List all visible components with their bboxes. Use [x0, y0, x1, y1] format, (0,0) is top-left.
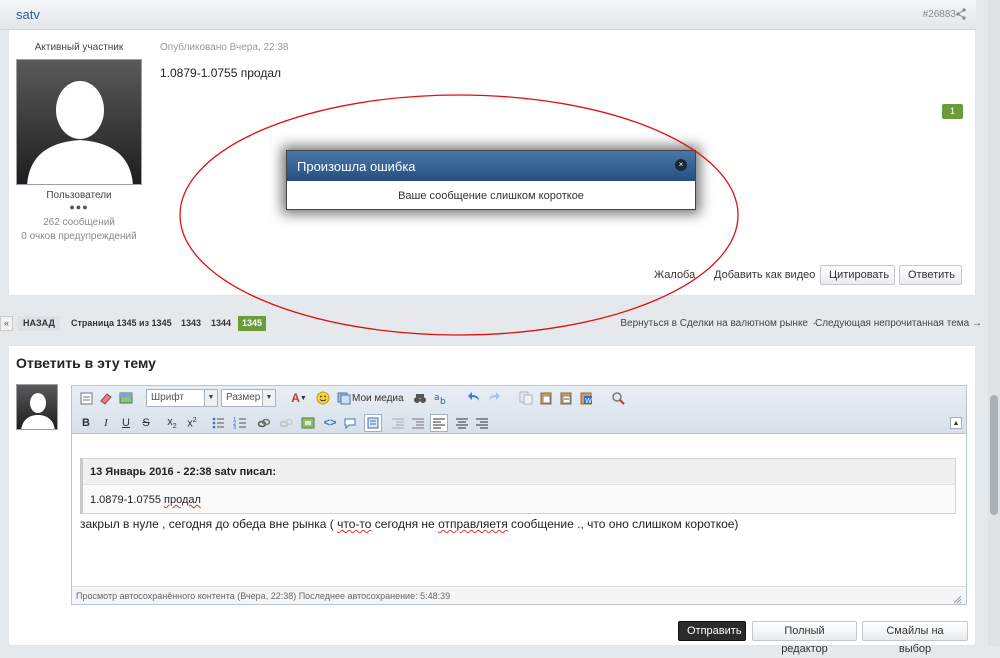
unlink-icon[interactable] — [278, 415, 294, 431]
my-media-icon[interactable] — [336, 390, 352, 406]
svg-text:3: 3 — [233, 425, 236, 430]
default-avatar-icon — [27, 81, 133, 184]
link-icon[interactable] — [256, 415, 272, 431]
align-left-icon[interactable] — [430, 414, 448, 432]
resize-handle-icon[interactable] — [952, 594, 962, 604]
replace-icon[interactable]: ab — [432, 390, 448, 406]
subscript-icon[interactable]: x2 — [164, 415, 180, 431]
media-embed-icon[interactable] — [300, 415, 316, 431]
italic-icon[interactable]: I — [98, 415, 114, 431]
add-video-link[interactable]: Добавить как видео — [714, 269, 815, 281]
modal-title: Произошла ошибка — [297, 159, 416, 174]
size-select[interactable]: Размер ▼ — [221, 389, 276, 407]
report-link[interactable]: Жалоба — [654, 269, 695, 281]
quote-button[interactable]: Цитировать — [820, 265, 895, 285]
error-modal: Произошла ошибка × Ваше сообщение слишко… — [286, 150, 696, 210]
pager-back-button[interactable]: НАЗАД — [18, 316, 60, 331]
post-id-link[interactable]: #26883 — [923, 9, 956, 20]
reply-title: Ответить в эту тему — [16, 355, 156, 371]
svg-text:b: b — [440, 397, 446, 405]
full-editor-button[interactable]: Полный редактор — [752, 621, 857, 655]
image-icon[interactable] — [118, 390, 134, 406]
undo-icon[interactable] — [466, 390, 482, 406]
reply-text-misspelled: отправляетя — [438, 517, 508, 531]
svg-text:a: a — [434, 393, 440, 403]
paste-icon[interactable] — [538, 390, 554, 406]
page-scrollbar[interactable] — [988, 0, 1000, 646]
paste-text-icon[interactable] — [558, 390, 574, 406]
pager-current-page: 1345 — [238, 316, 267, 331]
code-icon[interactable]: <> — [322, 415, 338, 431]
chevron-down-icon: ▼ — [262, 390, 275, 406]
paste-word-icon[interactable]: W — [578, 390, 594, 406]
reply-avatar — [16, 384, 58, 430]
post-header — [0, 0, 976, 30]
redo-icon[interactable] — [486, 390, 502, 406]
svg-text:W: W — [585, 397, 592, 405]
reputation-dots: ●●● — [69, 202, 89, 212]
outdent-icon[interactable] — [390, 415, 406, 431]
reputation-badge[interactable]: 1 — [942, 104, 963, 119]
font-select[interactable]: Шрифт ▼ — [146, 389, 218, 407]
member-rank: Активный участник — [34, 42, 124, 53]
submit-button[interactable]: Отправить — [678, 621, 746, 641]
post-text: 1.0879-1.0755 продал — [160, 66, 281, 80]
emoticon-icon[interactable] — [315, 390, 331, 406]
strikethrough-icon[interactable]: S — [138, 415, 154, 431]
copy-icon[interactable] — [518, 390, 534, 406]
smileys-button[interactable]: Смайлы на выбор — [862, 621, 968, 655]
reply-button[interactable]: Ответить — [899, 265, 962, 285]
default-avatar-icon — [21, 393, 55, 429]
superscript-icon[interactable]: x2 — [184, 415, 200, 431]
pager-prev-arrow[interactable]: « — [0, 316, 13, 331]
autosave-text[interactable]: Просмотр автосохранённого контента (Вчер… — [76, 591, 450, 601]
avatar[interactable] — [16, 59, 142, 185]
underline-icon[interactable]: U — [118, 415, 134, 431]
eraser-icon[interactable] — [98, 390, 114, 406]
post-author-link[interactable]: satv — [16, 7, 40, 22]
share-icon[interactable] — [956, 8, 966, 20]
quote-text-value: 1.0879-1.0755 — [90, 494, 161, 506]
reply-text-part: сообщение ., что оно слишком короткое) — [507, 517, 739, 531]
reply-text-part: закрыл в нуле , сегодня до обеда вне рын… — [80, 517, 338, 531]
bold-icon[interactable]: B — [78, 415, 94, 431]
binoculars-icon[interactable] — [412, 390, 428, 406]
align-center-icon[interactable] — [454, 415, 470, 431]
warning-points: 0 очков предупреждений — [21, 231, 137, 242]
back-to-forum-link[interactable]: Вернуться в Сделки на валютном рынке — [620, 318, 808, 329]
font-select-label: Шрифт — [151, 392, 184, 403]
bullet-list-icon[interactable] — [210, 415, 226, 431]
quote-text: 1.0879-1.0755 продал — [90, 494, 201, 506]
modal-message: Ваше сообщение слишком короткое — [398, 190, 584, 202]
special-tag-icon[interactable] — [364, 414, 382, 432]
toolbar-collapse-icon[interactable]: ▲ — [950, 417, 962, 429]
quote-header: 13 Январь 2016 - 22:38 satv писал: — [83, 459, 955, 485]
pager-info: Страница 1345 из 1345 — [71, 318, 172, 328]
post-count: 262 сообщений — [43, 217, 115, 228]
indent-icon[interactable] — [410, 415, 426, 431]
reply-body-text: закрыл в нуле , сегодня до обеда вне рын… — [80, 517, 738, 531]
reply-text-misspelled: что-то — [337, 517, 372, 531]
numbered-list-icon[interactable]: 123 — [232, 415, 248, 431]
modal-header: Произошла ошибка × — [287, 151, 695, 181]
my-media-button[interactable]: Мои медиа — [352, 393, 404, 404]
source-icon[interactable] — [78, 390, 94, 406]
quote-icon[interactable] — [342, 415, 358, 431]
member-group: Пользователи — [46, 190, 112, 201]
post-date: Опубликовано Вчера, 22:38 — [160, 42, 289, 53]
reply-text-part: сегодня не — [371, 517, 439, 531]
pager-page-link[interactable]: 1344 — [211, 318, 231, 328]
chevron-down-icon: ▼ — [204, 390, 217, 406]
text-color-icon[interactable]: A ▼ — [288, 390, 310, 406]
size-select-label: Размер — [226, 392, 261, 403]
next-unread-link[interactable]: Следующая непрочитанная тема → — [815, 318, 982, 329]
align-right-icon[interactable] — [474, 415, 490, 431]
pager-page-link[interactable]: 1343 — [181, 318, 201, 328]
scrollbar-thumb[interactable] — [990, 395, 998, 515]
quote-text-word: продал — [164, 494, 201, 506]
close-icon[interactable]: × — [675, 159, 687, 171]
spellcheck-icon[interactable] — [610, 390, 626, 406]
